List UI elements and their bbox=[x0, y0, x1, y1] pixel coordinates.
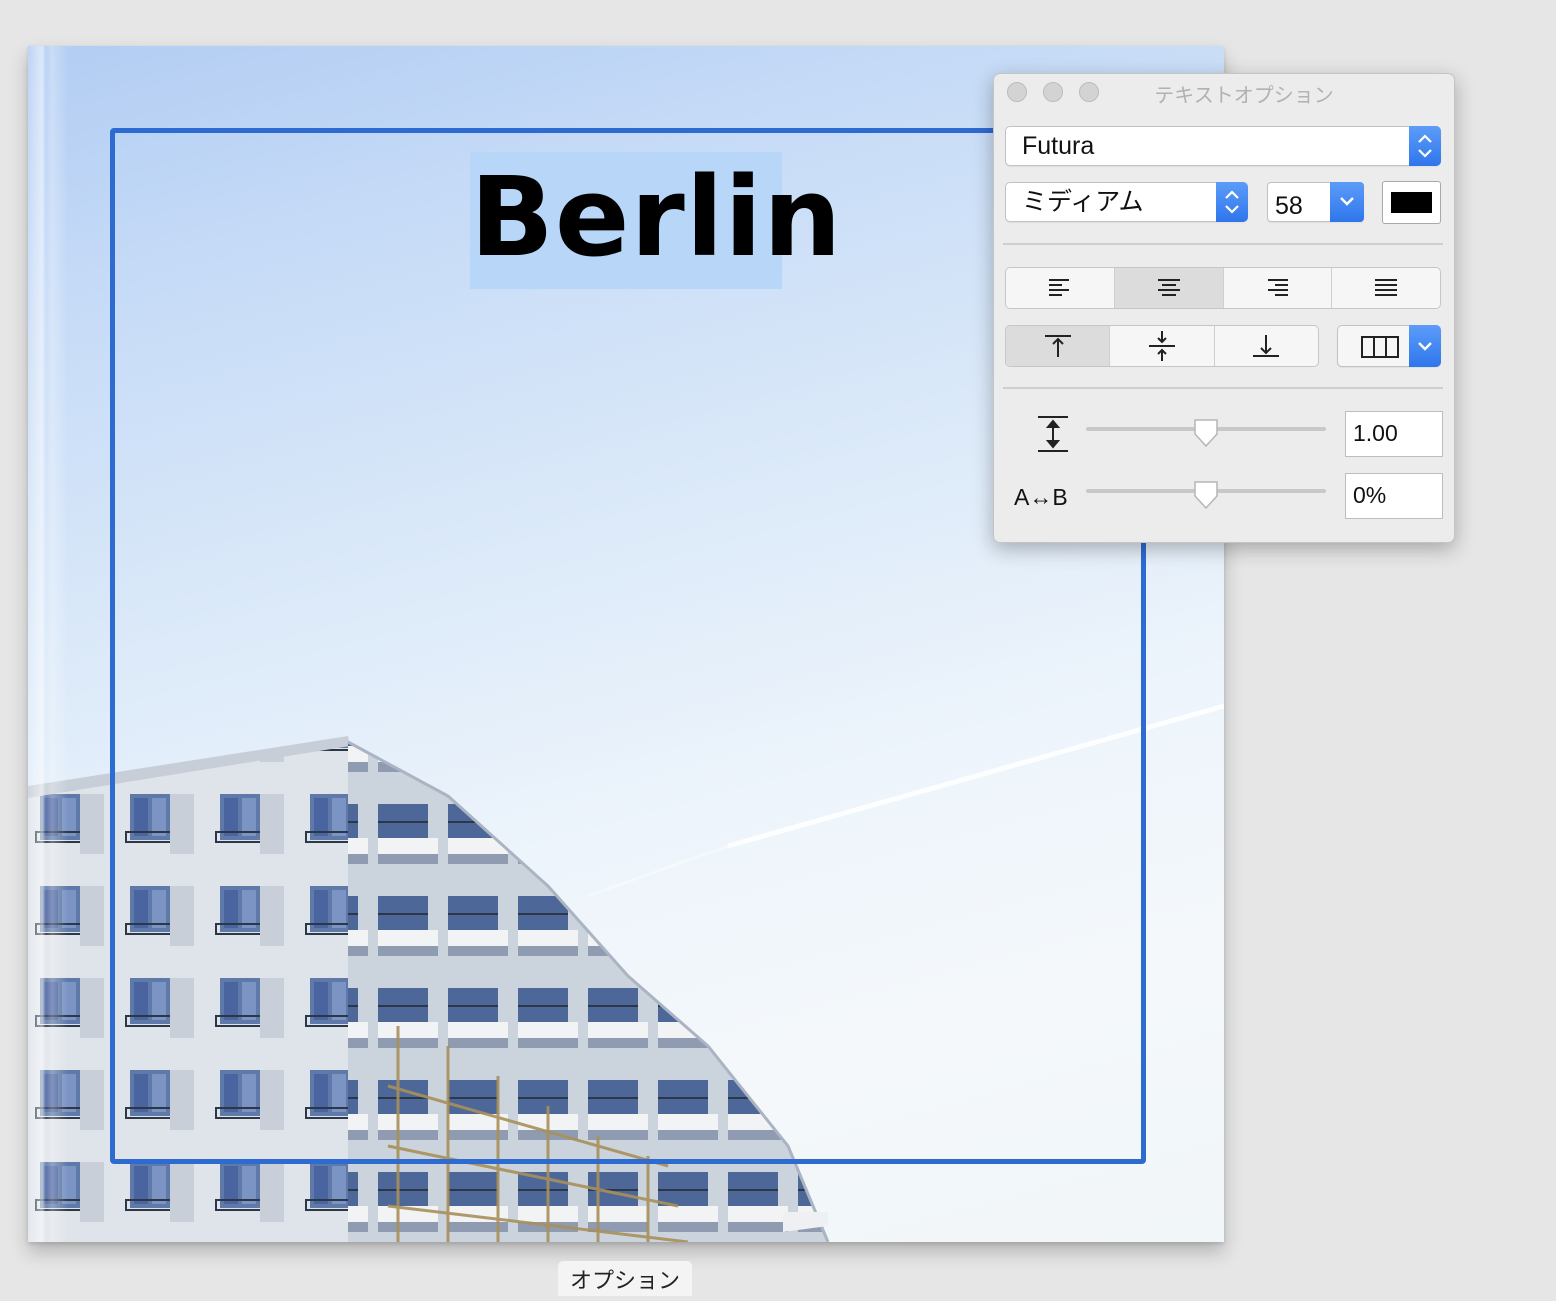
align-center-icon bbox=[1157, 279, 1180, 296]
font-size-combo[interactable]: 58 bbox=[1267, 182, 1364, 222]
align-bottom-button[interactable] bbox=[1215, 326, 1318, 366]
separator bbox=[1003, 243, 1443, 245]
columns-popup[interactable] bbox=[1337, 325, 1441, 367]
up-down-chevron-icon bbox=[1216, 182, 1248, 222]
line-spacing-icon bbox=[1038, 416, 1068, 452]
options-tab[interactable]: オプション bbox=[558, 1261, 692, 1296]
character-spacing-label: A↔B bbox=[1014, 484, 1068, 510]
line-spacing-field[interactable]: 1.00 bbox=[1345, 411, 1443, 457]
align-middle-icon bbox=[1148, 331, 1175, 361]
horizontal-alignment-control bbox=[1005, 267, 1441, 309]
character-spacing-field[interactable]: 0% bbox=[1345, 473, 1443, 519]
chevron-down-icon bbox=[1409, 325, 1441, 367]
align-justify-button[interactable] bbox=[1332, 268, 1440, 308]
text-color-swatch bbox=[1391, 192, 1432, 213]
font-style-value: ミディアム bbox=[1022, 188, 1144, 216]
line-spacing-slider-thumb[interactable] bbox=[1193, 418, 1219, 448]
align-top-icon bbox=[1044, 335, 1071, 357]
chevron-down-icon[interactable] bbox=[1330, 182, 1364, 222]
panel-titlebar[interactable]: テキストオプション bbox=[994, 74, 1454, 108]
font-family-popup[interactable]: Futura bbox=[1005, 126, 1441, 166]
page-title-text[interactable]: Berlin bbox=[470, 142, 841, 292]
align-middle-button[interactable] bbox=[1110, 326, 1215, 366]
align-left-button[interactable] bbox=[1006, 268, 1115, 308]
up-down-chevron-icon bbox=[1409, 126, 1441, 166]
text-color-well[interactable] bbox=[1382, 181, 1441, 224]
separator bbox=[1003, 387, 1443, 389]
align-right-button[interactable] bbox=[1224, 268, 1333, 308]
vertical-alignment-control bbox=[1005, 325, 1319, 367]
align-right-icon bbox=[1268, 279, 1289, 296]
font-family-value: Futura bbox=[1022, 132, 1095, 160]
align-left-icon bbox=[1048, 279, 1069, 296]
book-spine-shading bbox=[28, 46, 68, 1242]
align-top-button[interactable] bbox=[1006, 326, 1111, 366]
columns-icon bbox=[1361, 336, 1399, 358]
panel-title: テキストオプション bbox=[1154, 85, 1334, 107]
align-center-button[interactable] bbox=[1114, 268, 1224, 308]
align-justify-icon bbox=[1375, 279, 1398, 296]
align-bottom-icon bbox=[1253, 335, 1280, 357]
font-size-value: 58 bbox=[1275, 192, 1303, 220]
font-style-popup[interactable]: ミディアム bbox=[1005, 182, 1248, 222]
character-spacing-slider-thumb[interactable] bbox=[1193, 480, 1219, 510]
